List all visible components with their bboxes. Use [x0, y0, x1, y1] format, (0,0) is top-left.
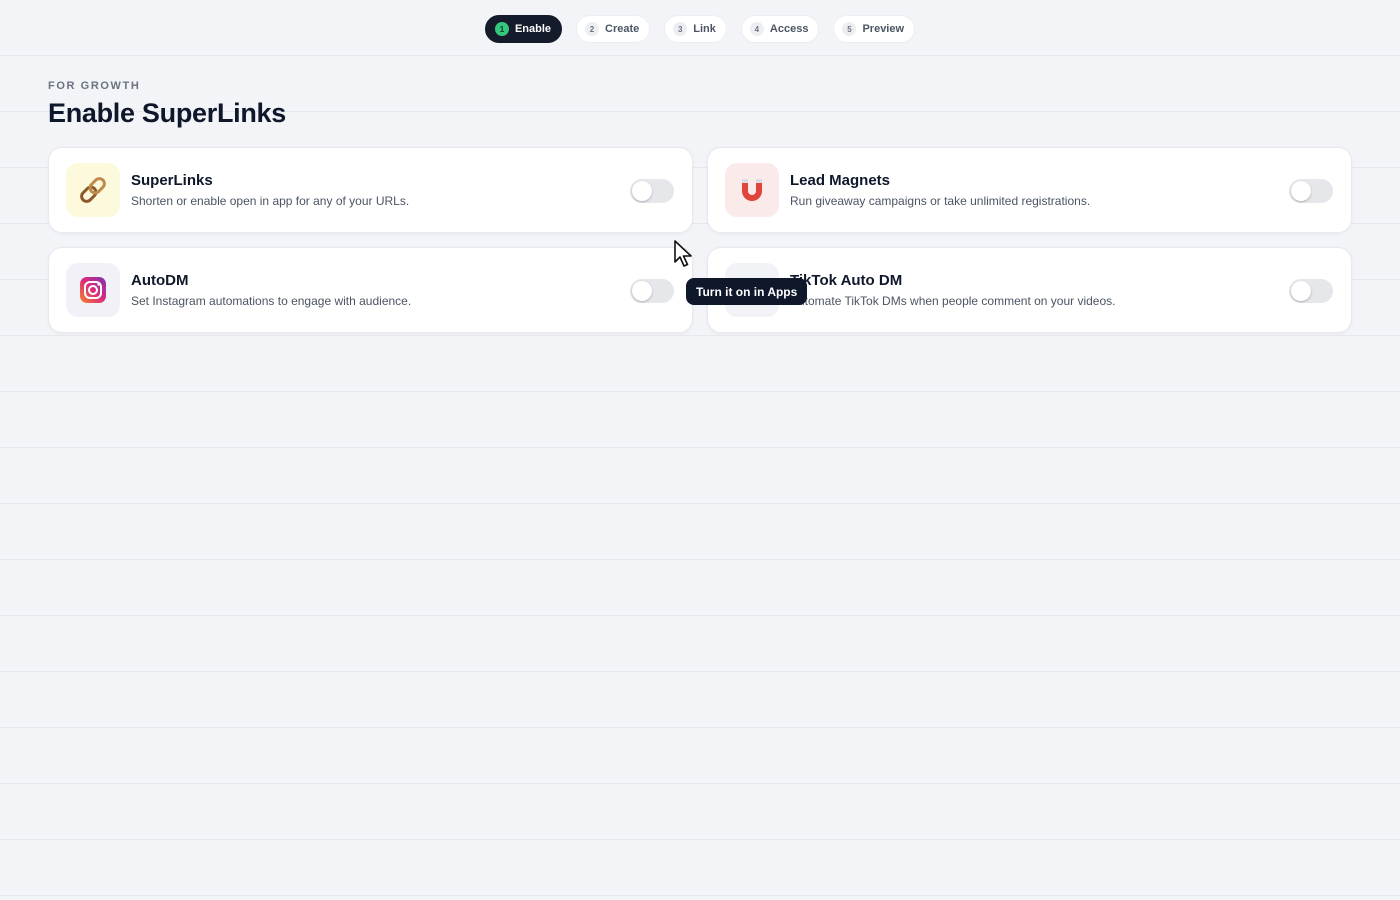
- superlinks-toggle[interactable]: [630, 179, 674, 203]
- step-label: Enable: [514, 23, 552, 35]
- magnet-icon: [725, 163, 779, 217]
- card-title: SuperLinks: [131, 172, 213, 189]
- onboarding-stepper: 1 Enable 2 Create 3 Link 4 Access 5 Prev…: [0, 15, 1400, 43]
- card-description: Shorten or enable open in app for any of…: [131, 194, 410, 208]
- chain-link-icon: [66, 163, 120, 217]
- app-card-superlinks: SuperLinks Shorten or enable open in app…: [48, 147, 693, 233]
- tooltip: Turn it on in Apps: [686, 278, 808, 305]
- card-description: Automate TikTok DMs when people comment …: [790, 294, 1116, 308]
- step-enable[interactable]: 1 Enable: [484, 15, 563, 43]
- step-link[interactable]: 3 Link: [664, 15, 727, 43]
- step-label: Preview: [862, 23, 905, 35]
- step-label: Create: [605, 23, 640, 35]
- card-title: AutoDM: [131, 272, 189, 289]
- toggle-knob: [632, 281, 652, 301]
- page-title: Enable SuperLinks: [48, 98, 286, 128]
- autodm-toggle[interactable]: [630, 279, 674, 303]
- lead-magnets-toggle[interactable]: [1289, 179, 1333, 203]
- step-number: 3: [673, 22, 688, 36]
- app-card-autodm: AutoDM Set Instagram automations to enga…: [48, 247, 693, 333]
- card-title: Lead Magnets: [790, 172, 891, 189]
- tiktok-auto-dm-toggle[interactable]: [1289, 279, 1333, 303]
- card-description: Run giveaway campaigns or take unlimited…: [790, 194, 1091, 208]
- step-preview[interactable]: 5 Preview: [833, 15, 916, 43]
- instagram-icon: [66, 263, 120, 317]
- step-label: Access: [769, 23, 809, 35]
- section-eyebrow: FOR GROWTH: [48, 80, 141, 92]
- toggle-knob: [632, 181, 652, 201]
- mouse-cursor-icon: [674, 240, 692, 267]
- step-access[interactable]: 4 Access: [740, 15, 820, 43]
- app-card-lead-magnets: Lead Magnets Run giveaway campaigns or t…: [707, 147, 1352, 233]
- card-description: Set Instagram automations to engage with…: [131, 294, 412, 308]
- step-number: 2: [585, 22, 600, 36]
- step-create[interactable]: 2 Create: [576, 15, 651, 43]
- step-number: 4: [749, 22, 764, 36]
- step-number: 1: [494, 22, 509, 36]
- toggle-knob: [1291, 181, 1311, 201]
- step-number: 5: [842, 22, 857, 36]
- toggle-knob: [1291, 281, 1311, 301]
- step-label: Link: [693, 23, 716, 35]
